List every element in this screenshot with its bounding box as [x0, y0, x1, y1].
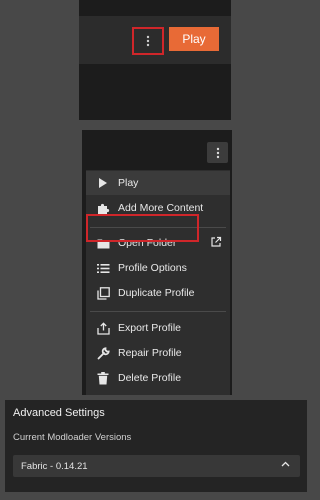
- profile-context-panel: Play Add More Content Open Folder Profil…: [82, 130, 232, 395]
- play-icon: [96, 176, 110, 190]
- context-menu: Play Add More Content Open Folder Profil…: [86, 170, 230, 395]
- menu-item-label: Duplicate Profile: [118, 287, 195, 299]
- profile-card-top: Play: [79, 0, 231, 120]
- menu-item-label: Add More Content: [118, 202, 204, 214]
- more-options-button-open[interactable]: [207, 142, 228, 163]
- section-title: Advanced Settings: [13, 407, 105, 419]
- menu-item-repair-profile[interactable]: Repair Profile: [86, 341, 230, 365]
- section-subtitle: Current Modloader Versions: [13, 432, 132, 443]
- chevron-up-icon: [281, 461, 290, 467]
- menu-item-label: Profile Options: [118, 262, 187, 274]
- external-link-icon: [210, 236, 222, 248]
- menu-item-play[interactable]: Play: [86, 171, 230, 195]
- menu-item-duplicate-profile[interactable]: Duplicate Profile: [86, 281, 230, 305]
- profile-options-highlight: [86, 214, 199, 242]
- selected-version: Fabric - 0.14.21: [21, 460, 88, 472]
- menu-item-profile-options[interactable]: Profile Options: [86, 256, 230, 280]
- trash-icon: [96, 371, 110, 385]
- menu-item-export-profile[interactable]: Export Profile: [86, 316, 230, 340]
- kebab-icon: [216, 147, 220, 159]
- kebab-icon: [146, 35, 150, 47]
- menu-item-label: Export Profile: [118, 322, 182, 334]
- profile-row: Play: [79, 16, 231, 64]
- modloader-version-select[interactable]: Fabric - 0.14.21: [13, 455, 300, 477]
- menu-divider: [90, 311, 226, 312]
- advanced-settings-panel: Advanced Settings Current Modloader Vers…: [5, 400, 307, 492]
- more-options-button[interactable]: [132, 27, 164, 55]
- play-button[interactable]: Play: [169, 27, 219, 51]
- menu-item-label: Play: [118, 177, 139, 189]
- export-icon: [96, 321, 110, 335]
- puzzle-icon: [96, 201, 110, 215]
- menu-item-label: Repair Profile: [118, 347, 182, 359]
- wrench-icon: [96, 346, 110, 360]
- menu-item-delete-profile[interactable]: Delete Profile: [86, 366, 230, 390]
- duplicate-icon: [96, 286, 110, 300]
- list-icon: [96, 261, 110, 275]
- menu-item-label: Delete Profile: [118, 372, 182, 384]
